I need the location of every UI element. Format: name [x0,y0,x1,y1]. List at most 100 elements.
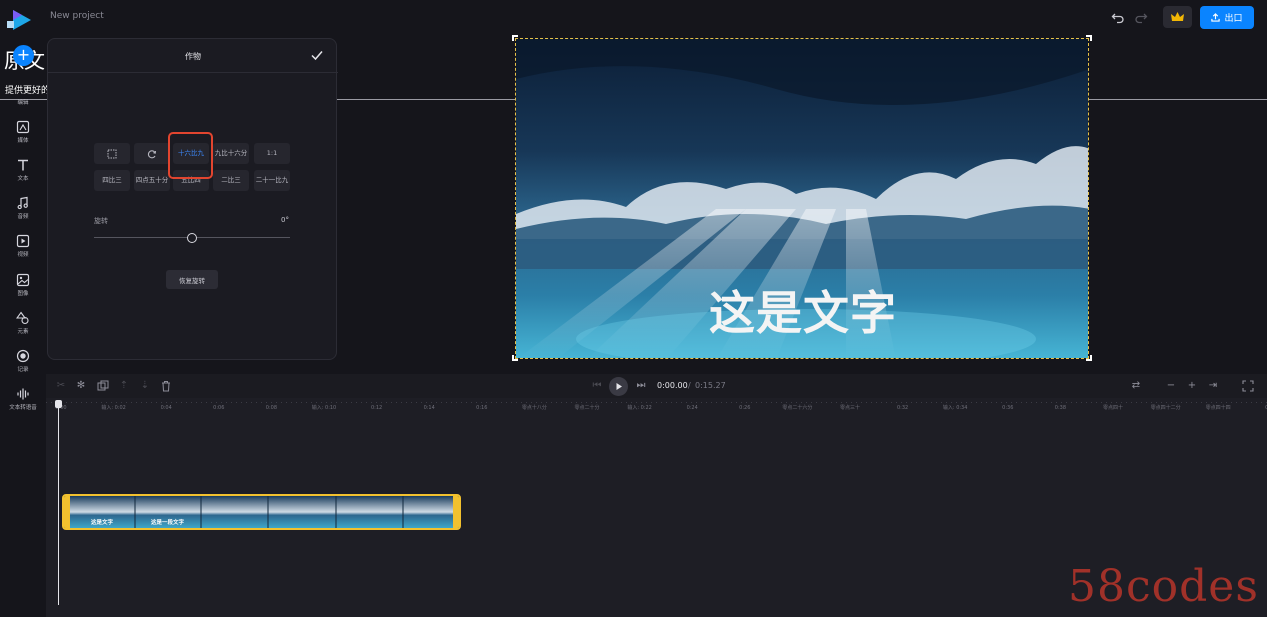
sidebar-item-elements[interactable]: 元素 [0,311,46,335]
timeline-tick-label: 0:32 [896,405,909,411]
timeline-tick-label: 零点十八分 [521,405,547,411]
check-icon[interactable] [310,48,324,62]
ratio-4-5[interactable]: 四点五十分 [134,170,170,191]
freeform-crop-icon [107,149,117,158]
total-time: 0:15.27 [695,381,726,390]
playhead-handle[interactable] [55,400,62,408]
clip-trim-left-handle[interactable] [64,496,70,528]
zoom-in-icon[interactable]: + [1186,380,1198,392]
sidebar-item-label: 文本转语音 [9,405,37,411]
zoom-out-icon[interactable]: − [1165,380,1177,392]
ratio-4-3[interactable]: 四比三 [94,170,130,191]
reset-rotation-button[interactable]: 恢复旋转 [166,270,218,289]
ratio-1-1[interactable]: 1:1 [254,143,290,164]
timeline-toolbar: ✂ ✻ ⇡ ⇣ ⏮ ⏭ 0:00.00 / 0:15.27 ⇄ − + ⇥ [46,374,1267,398]
video-preview[interactable]: 这是文字 [515,38,1089,359]
timeline-tick-label: 0:36 [1002,405,1014,411]
ratio-2-3[interactable]: 二比三 [213,170,249,191]
top-bar: New project 出口 [0,0,1267,36]
timeline-ticks: 0:00 输入: 0:02 0:04 0:06 0:08 输入: 0:10 0:12 0:14… [46,398,1267,426]
redo-icon[interactable] [1134,10,1148,24]
timeline-tick-label: 0:12 [370,405,383,411]
move-down-icon[interactable]: ⇣ [139,380,151,392]
upload-icon [1211,13,1221,22]
sidebar-item-text[interactable]: 文本 [0,158,46,182]
timeline-tick-label: 0:06 [213,405,225,411]
project-name[interactable]: New project [50,11,104,21]
skip-back-icon[interactable]: ⏮ [591,380,603,392]
crop-handle-top-right[interactable] [1086,35,1092,41]
ratio-freeform[interactable] [94,143,130,164]
sidebar-item-label: 图像 [17,291,29,297]
sidebar-item-label: 记录 [17,367,29,373]
fullscreen-icon[interactable] [1242,380,1254,392]
rotation-value: 0° [281,216,289,224]
split-icon[interactable]: ✂ [55,380,67,392]
timeline-tick-label: 0:46 [1256,405,1267,412]
rotation-slider-handle[interactable] [187,233,197,243]
video-clip[interactable]: 这是文字 这是一段文字 [62,494,461,530]
swap-icon[interactable]: ⇄ [1130,380,1142,392]
current-time: 0:00.00 [657,381,688,390]
sidebar-item-label: 文本 [17,176,29,182]
image-icon [16,273,30,287]
play-button[interactable] [609,377,628,396]
text-icon [18,159,28,171]
sidebar-item-media[interactable]: 媒体 [0,120,46,144]
export-button[interactable]: 出口 [1200,6,1254,29]
undo-icon[interactable] [1111,10,1125,24]
preview-overlay-text[interactable]: 这是文字 [516,277,1088,343]
timeline-tick-label: 0:38 [1054,405,1066,411]
crop-handle-bottom-right[interactable] [1086,355,1092,361]
timeline-tick-label: 零点二十六分 [782,405,813,411]
timeline-tick-label: 输入: 0:22 [627,405,652,411]
premium-button[interactable] [1163,6,1192,28]
add-media-button[interactable]: + [13,45,34,66]
sidebar-item-image[interactable]: 图像 [0,273,46,297]
ratio-rotate[interactable] [134,143,170,164]
crop-handle-bottom-left[interactable] [512,355,518,361]
sidebar-item-text-to-speech[interactable]: 文本转语音 [0,387,46,411]
move-up-icon[interactable]: ⇡ [118,380,130,392]
freeze-icon[interactable]: ✻ [75,380,87,392]
sidebar-item-label: 视频 [17,252,29,258]
media-icon [16,120,30,134]
timeline-tick-label: 0:14 [423,405,435,411]
sidebar-item-label: 编辑 [17,100,29,106]
sidebar-item-label: 音频 [17,214,29,220]
shapes-icon [16,311,29,325]
timeline-tick-label: 0:04 [160,405,172,411]
video-icon [16,234,30,248]
crown-icon [1171,12,1184,21]
rotate-icon [147,149,156,158]
timeline-tick-label: 0:08 [265,405,277,411]
crop-handle-top-left[interactable] [512,35,518,41]
delete-icon[interactable] [160,380,172,392]
export-label: 出口 [1224,14,1243,24]
timeline-tick-label: 零点二十分 [574,405,600,411]
clip-trim-right-handle[interactable] [453,496,459,528]
duplicate-icon[interactable] [97,380,109,392]
timeline-tick-label: 输入: 0:02 [101,405,126,411]
sidebar-item-video[interactable]: 视频 [0,234,46,258]
sidebar-item-audio[interactable]: 音频 [0,196,46,220]
selection-highlight [168,132,213,179]
app-logo-icon[interactable] [5,8,33,32]
timeline-tick-label: 零点四十 [1102,405,1123,411]
panel-divider [48,72,338,73]
sidebar-item-label: 媒体 [17,138,29,144]
waveform-icon [17,388,29,400]
fit-timeline-icon[interactable]: ⇥ [1207,380,1219,392]
ratio-9-16[interactable]: 九比十六分 [213,143,249,164]
sidebar-item-label: 元素 [17,329,29,335]
timeline-tick-label: 0:24 [686,405,698,411]
ratio-21-9[interactable]: 二十一比九 [254,170,290,191]
timeline-tick-label: 零点三十 [839,405,860,411]
sidebar-item-record[interactable]: 记录 [0,349,46,373]
crop-panel: 作物 十六比九 九比十六分 1:1 四比三 四点五十分 五比四 二比三 二十一比… [47,38,338,360]
skip-forward-icon[interactable]: ⏭ [635,380,647,392]
clip-caption: 这是文字 [91,520,114,526]
sidebar-item-edit[interactable]: 编辑 [0,96,46,106]
playhead[interactable] [58,400,59,605]
timeline-tick-label: 零点四十二分 [1150,405,1181,411]
